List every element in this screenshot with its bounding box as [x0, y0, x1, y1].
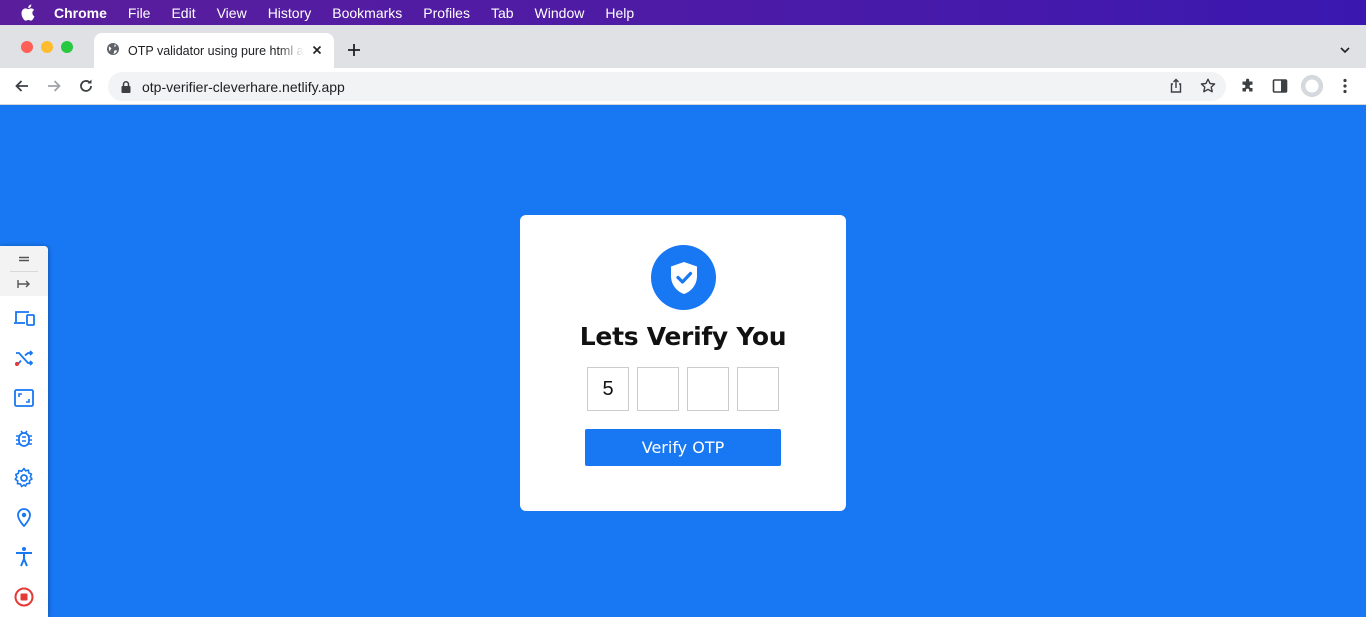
back-arrow-icon[interactable] — [13, 77, 31, 95]
window-close-button[interactable] — [21, 41, 33, 53]
menu-view[interactable]: View — [217, 5, 247, 21]
globe-icon — [106, 42, 120, 59]
side-panel-header — [0, 246, 48, 296]
extensions-puzzle-icon[interactable] — [1239, 77, 1257, 95]
browser-tab-active[interactable]: OTP validator using pure html and javasc… — [94, 33, 334, 68]
menu-profiles[interactable]: Profiles — [423, 5, 470, 21]
menu-tab[interactable]: Tab — [491, 5, 514, 21]
browser-toolbar: otp-verifier-cleverhare.netlify.app — [0, 68, 1366, 105]
lock-icon[interactable] — [120, 80, 132, 94]
tab-close-icon[interactable] — [310, 43, 324, 57]
shield-check-icon — [651, 245, 716, 310]
screenshot-icon[interactable] — [12, 386, 36, 410]
menu-app-chrome[interactable]: Chrome — [54, 5, 107, 21]
location-icon[interactable] — [12, 505, 36, 529]
otp-digit-1-input[interactable] — [587, 367, 629, 411]
tab-strip: OTP validator using pure html and javasc… — [0, 25, 1366, 68]
menu-file[interactable]: File — [128, 5, 151, 21]
menu-edit[interactable]: Edit — [171, 5, 195, 21]
accessibility-icon[interactable] — [12, 545, 36, 569]
profile-avatar-icon[interactable] — [1301, 75, 1323, 97]
shuffle-icon[interactable] — [12, 346, 36, 370]
window-minimize-button[interactable] — [41, 41, 53, 53]
side-panel-icon[interactable] — [1271, 77, 1289, 95]
menu-bookmarks[interactable]: Bookmarks — [332, 5, 402, 21]
bookmark-star-icon[interactable] — [1199, 77, 1217, 95]
record-stop-icon[interactable] — [12, 585, 36, 609]
settings-icon[interactable] — [12, 466, 36, 490]
macos-menu-bar: Chrome File Edit View History Bookmarks … — [0, 0, 1366, 25]
menu-help[interactable]: Help — [605, 5, 634, 21]
otp-digit-4-input[interactable] — [737, 367, 779, 411]
new-tab-icon[interactable] — [345, 41, 363, 59]
url-text: otp-verifier-cleverhare.netlify.app — [142, 78, 345, 95]
otp-digit-3-input[interactable] — [687, 367, 729, 411]
otp-digit-2-input[interactable] — [637, 367, 679, 411]
devices-icon[interactable] — [12, 306, 36, 330]
page-heading: Lets Verify You — [579, 322, 787, 351]
tab-title: OTP validator using pure html and javasc… — [128, 43, 304, 58]
drag-handle-icon[interactable] — [12, 247, 36, 271]
share-icon[interactable] — [1167, 77, 1185, 95]
chrome-menu-icon[interactable] — [1336, 77, 1354, 95]
address-bar[interactable]: otp-verifier-cleverhare.netlify.app — [108, 72, 1226, 101]
collapse-icon[interactable] — [12, 272, 36, 296]
side-tools-panel — [0, 246, 48, 617]
tab-search-chevron-icon[interactable] — [1338, 43, 1352, 57]
apple-logo-icon[interactable] — [20, 4, 36, 21]
reload-icon[interactable] — [77, 77, 95, 95]
otp-card: Lets Verify You Verify OTP — [520, 215, 846, 511]
window-zoom-button[interactable] — [61, 41, 73, 53]
bug-icon[interactable] — [12, 426, 36, 450]
forward-arrow-icon[interactable] — [45, 77, 63, 95]
menu-window[interactable]: Window — [535, 5, 585, 21]
menu-history[interactable]: History — [268, 5, 312, 21]
verify-otp-button[interactable]: Verify OTP — [585, 429, 781, 466]
